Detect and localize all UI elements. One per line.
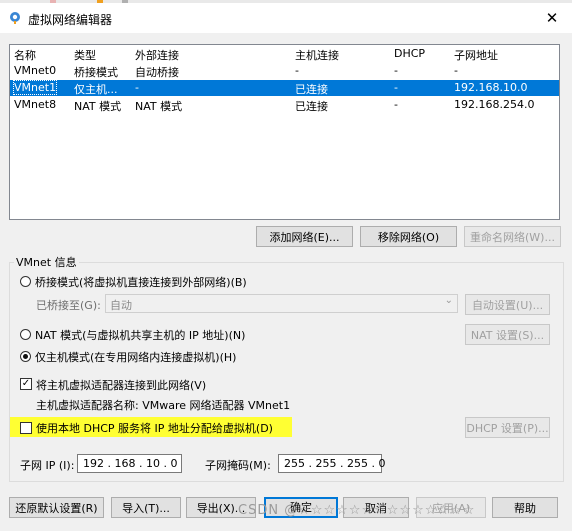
bridge-mode-label[interactable]: 桥接模式(将虚拟机直接连接到外部网络)(B)	[35, 274, 247, 290]
dhcp-label[interactable]: 使用本地 DHCP 服务将 IP 地址分配给虚拟机(D)	[36, 420, 273, 436]
cell-dhcp: -	[394, 81, 398, 94]
cell-type: 仅主机...	[74, 83, 118, 96]
nat-mode-radio[interactable]	[20, 329, 31, 340]
table-row-selected[interactable]: VMnet1 仅主机... - 已连接 - 192.168.10.0	[10, 80, 559, 96]
cell-name: VMnet1	[12, 80, 58, 95]
title-bar: 虚拟网络编辑器 ✕	[0, 3, 572, 33]
subnet-ip-value: 192 . 168 . 10 . 0	[83, 457, 178, 470]
dhcp-checkbox[interactable]	[20, 422, 32, 434]
cell-host: 已连接	[295, 100, 328, 113]
vmnet-info-label: VMnet 信息	[14, 254, 79, 270]
import-button[interactable]: 导入(T)...	[111, 497, 181, 518]
table-row[interactable]: VMnet8 NAT 模式 NAT 模式 已连接 - 192.168.254.0	[10, 97, 559, 113]
subnet-mask-value: 255 . 255 . 255 . 0	[284, 457, 386, 470]
restore-defaults-button[interactable]: 还原默认设置(R)	[9, 497, 104, 518]
subnet-ip-field[interactable]: 192 . 168 . 10 . 0	[77, 454, 182, 473]
host-only-mode-label[interactable]: 仅主机模式(在专用网络内连接虚拟机)(H)	[35, 349, 236, 365]
subnet-mask-label: 子网掩码(M):	[205, 459, 271, 472]
cell-host: 已连接	[295, 83, 328, 96]
column-header-subnet[interactable]: 子网地址	[454, 47, 498, 63]
bridged-to-value: 自动	[110, 299, 132, 312]
bridge-mode-radio[interactable]	[20, 276, 31, 287]
table-header: 名称 类型 外部连接 主机连接 DHCP 子网地址	[10, 45, 559, 63]
column-header-host[interactable]: 主机连接	[295, 47, 339, 63]
add-network-button[interactable]: 添加网络(E)...	[256, 226, 353, 247]
cell-subnet: -	[454, 64, 458, 77]
nat-settings-button[interactable]: NAT 设置(S)...	[465, 324, 550, 345]
help-button[interactable]: 帮助	[492, 497, 558, 518]
cell-type: NAT 模式	[74, 100, 122, 113]
adapter-name-text: 主机虚拟适配器名称: VMware 网络适配器 VMnet1	[36, 399, 291, 412]
cell-subnet: 192.168.10.0	[454, 81, 528, 94]
subnet-mask-field[interactable]: 255 . 255 . 255 . 0	[278, 454, 386, 473]
cell-name: VMnet0	[14, 64, 57, 77]
cell-name: VMnet8	[14, 98, 57, 111]
connect-adapter-label[interactable]: 将主机虚拟适配器连接到此网络(V)	[36, 377, 206, 393]
window-title: 虚拟网络编辑器	[28, 13, 113, 27]
cell-subnet: 192.168.254.0	[454, 98, 535, 111]
watermark-text: CSDN @☆☆☆☆☆☆☆☆☆☆☆☆☆☆	[238, 503, 476, 518]
column-header-external[interactable]: 外部连接	[135, 47, 179, 63]
cell-type: 桥接模式	[74, 66, 118, 79]
column-header-dhcp[interactable]: DHCP	[394, 47, 425, 60]
cell-external: -	[135, 81, 139, 94]
cell-dhcp: -	[394, 64, 398, 77]
rename-network-button[interactable]: 重命名网络(W)...	[464, 226, 561, 247]
connect-adapter-checkbox[interactable]: ✓	[20, 378, 32, 390]
network-list[interactable]: 名称 类型 外部连接 主机连接 DHCP 子网地址 VMnet0 桥接模式 自动…	[9, 44, 560, 220]
table-row[interactable]: VMnet0 桥接模式 自动桥接 - - -	[10, 63, 559, 79]
close-icon[interactable]: ✕	[538, 7, 566, 29]
subnet-ip-label: 子网 IP (I):	[20, 459, 75, 472]
cell-external: 自动桥接	[135, 66, 179, 79]
network-editor-icon	[10, 12, 20, 24]
bridged-to-label: 已桥接至(G):	[36, 299, 101, 312]
cell-external: NAT 模式	[135, 100, 183, 113]
cell-dhcp: -	[394, 98, 398, 111]
chevron-down-icon: ⌄	[444, 295, 453, 306]
bridged-to-select[interactable]: 自动 ⌄	[105, 294, 458, 313]
dialog-body: 名称 类型 外部连接 主机连接 DHCP 子网地址 VMnet0 桥接模式 自动…	[0, 33, 572, 531]
column-header-type[interactable]: 类型	[74, 47, 96, 63]
remove-network-button[interactable]: 移除网络(O)	[360, 226, 457, 247]
host-only-mode-radio[interactable]	[20, 351, 31, 362]
cell-host: -	[295, 64, 299, 77]
dhcp-settings-button[interactable]: DHCP 设置(P)...	[465, 417, 550, 438]
auto-settings-button[interactable]: 自动设置(U)...	[465, 294, 550, 315]
nat-mode-label[interactable]: NAT 模式(与虚拟机共享主机的 IP 地址)(N)	[35, 327, 245, 343]
column-header-name[interactable]: 名称	[14, 47, 36, 63]
